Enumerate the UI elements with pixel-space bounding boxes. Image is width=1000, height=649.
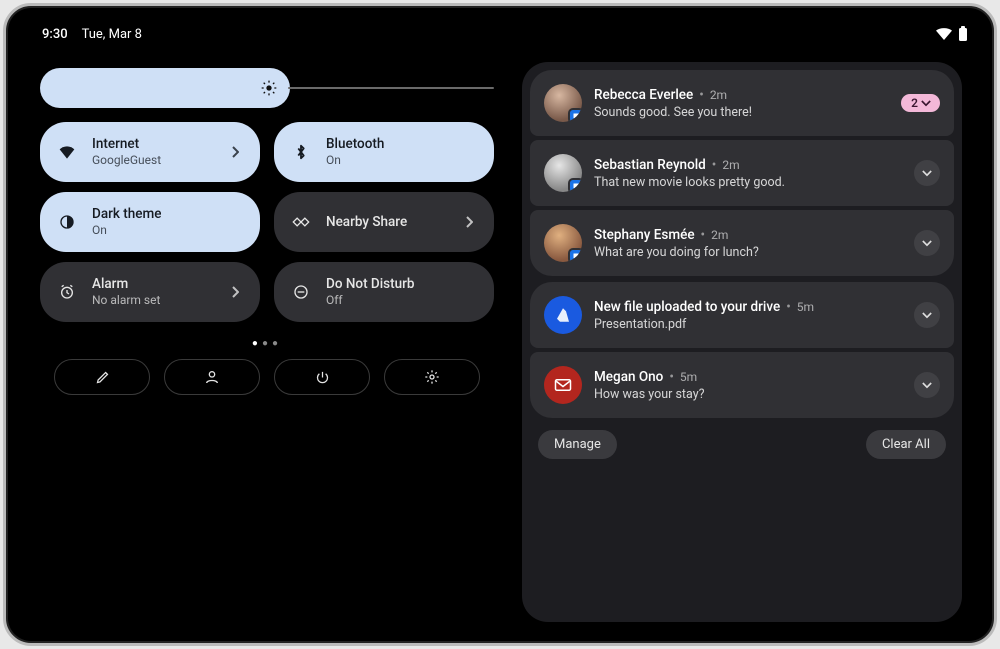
wifi-icon [56, 145, 78, 159]
messages-app-icon [568, 248, 582, 262]
tile-title: Do Not Disturb [326, 276, 414, 293]
tile-subtitle: No alarm set [92, 293, 160, 308]
notification-sender: Sebastian Reynold [594, 157, 706, 173]
action-user[interactable] [164, 359, 260, 395]
chevron-right-icon [460, 216, 478, 228]
status-bar: 9:30 Tue, Mar 8 [20, 20, 980, 48]
status-date: Tue, Mar 8 [82, 27, 142, 42]
chevron-right-icon [226, 286, 244, 298]
notification-sender: Stephany Esmée [594, 227, 695, 243]
notif-sebastian[interactable]: Sebastian Reynold•2mThat new movie looks… [530, 140, 954, 206]
other-group: New file uploaded to your drive•5mPresen… [530, 282, 954, 418]
device-frame: 9:30 Tue, Mar 8 [3, 3, 997, 646]
notification-time: 2m [722, 158, 739, 172]
user-icon [204, 369, 220, 385]
notification-sender: Rebecca Everlee [594, 87, 693, 103]
action-power[interactable] [274, 359, 370, 395]
status-time: 9:30 [42, 27, 68, 42]
dark-theme-icon [56, 214, 78, 230]
messages-app-icon [568, 178, 582, 192]
notification-count-badge: 2 [901, 94, 940, 112]
notification-shade: Rebecca Everlee•2mSounds good. See you t… [522, 62, 962, 622]
notification-body: That new movie looks pretty good. [594, 175, 902, 190]
notification-time: 5m [797, 300, 814, 314]
avatar [544, 224, 582, 262]
tile-nearby-share[interactable]: Nearby Share [274, 192, 494, 252]
action-row [38, 359, 496, 395]
tile-subtitle: Off [326, 293, 414, 308]
power-icon [315, 370, 330, 385]
tiles-grid: InternetGoogleGuestBluetoothOnDark theme… [40, 122, 494, 322]
notification-time: 2m [711, 228, 728, 242]
bluetooth-icon [290, 143, 312, 161]
tile-dark-theme[interactable]: Dark themeOn [40, 192, 260, 252]
notification-title: New file uploaded to your drive [594, 299, 780, 315]
notification-title: Megan Ono [594, 369, 663, 385]
nearby-icon [290, 216, 312, 228]
notification-body: Sounds good. See you there! [594, 105, 889, 120]
expand-icon[interactable] [914, 160, 940, 186]
notification-time: 5m [680, 370, 697, 384]
alarm-icon [56, 284, 78, 300]
notification-time: 2m [710, 88, 727, 102]
avatar [544, 84, 582, 122]
edit-icon [95, 370, 110, 385]
brightness-slider[interactable] [40, 68, 494, 108]
tile-alarm[interactable]: AlarmNo alarm set [40, 262, 260, 322]
tile-subtitle: On [326, 153, 384, 168]
tile-title: Internet [92, 136, 161, 153]
brightness-icon [260, 79, 278, 97]
tile-dnd[interactable]: Do Not DisturbOff [274, 262, 494, 322]
battery-icon [958, 26, 968, 42]
manage-button[interactable]: Manage [538, 430, 617, 459]
tile-subtitle: GoogleGuest [92, 153, 161, 168]
drive-app-icon [544, 296, 582, 334]
tile-title: Alarm [92, 276, 160, 293]
clear-all-button[interactable]: Clear All [866, 430, 946, 459]
tile-title: Nearby Share [326, 214, 407, 231]
notification-body: What are you doing for lunch? [594, 245, 902, 260]
quick-settings-pane: InternetGoogleGuestBluetoothOnDark theme… [38, 62, 496, 629]
settings-icon [424, 369, 440, 385]
tile-title: Bluetooth [326, 136, 384, 153]
tile-subtitle: On [92, 223, 161, 238]
gmail-app-icon [544, 366, 582, 404]
notification-body: How was your stay? [594, 387, 902, 402]
notif-drive[interactable]: New file uploaded to your drive•5mPresen… [530, 282, 954, 348]
notification-pane: Rebecca Everlee•2mSounds good. See you t… [522, 62, 962, 629]
messages-app-icon [568, 108, 582, 122]
expand-icon[interactable] [914, 372, 940, 398]
chevron-right-icon [226, 146, 244, 158]
notification-body: Presentation.pdf [594, 317, 902, 332]
action-edit[interactable] [54, 359, 150, 395]
expand-icon[interactable] [914, 302, 940, 328]
dnd-icon [290, 284, 312, 300]
pager-dots[interactable]: ●●● [38, 338, 496, 349]
message-group: Rebecca Everlee•2mSounds good. See you t… [530, 70, 954, 276]
tile-internet[interactable]: InternetGoogleGuest [40, 122, 260, 182]
wifi-icon [936, 28, 952, 40]
screen: 9:30 Tue, Mar 8 [20, 20, 980, 629]
tile-bluetooth[interactable]: BluetoothOn [274, 122, 494, 182]
notif-megan[interactable]: Megan Ono•5mHow was your stay? [530, 352, 954, 418]
notif-stephany[interactable]: Stephany Esmée•2mWhat are you doing for … [530, 210, 954, 276]
notif-rebecca[interactable]: Rebecca Everlee•2mSounds good. See you t… [530, 70, 954, 136]
action-settings[interactable] [384, 359, 480, 395]
avatar [544, 154, 582, 192]
tile-title: Dark theme [92, 206, 161, 223]
expand-icon[interactable] [914, 230, 940, 256]
